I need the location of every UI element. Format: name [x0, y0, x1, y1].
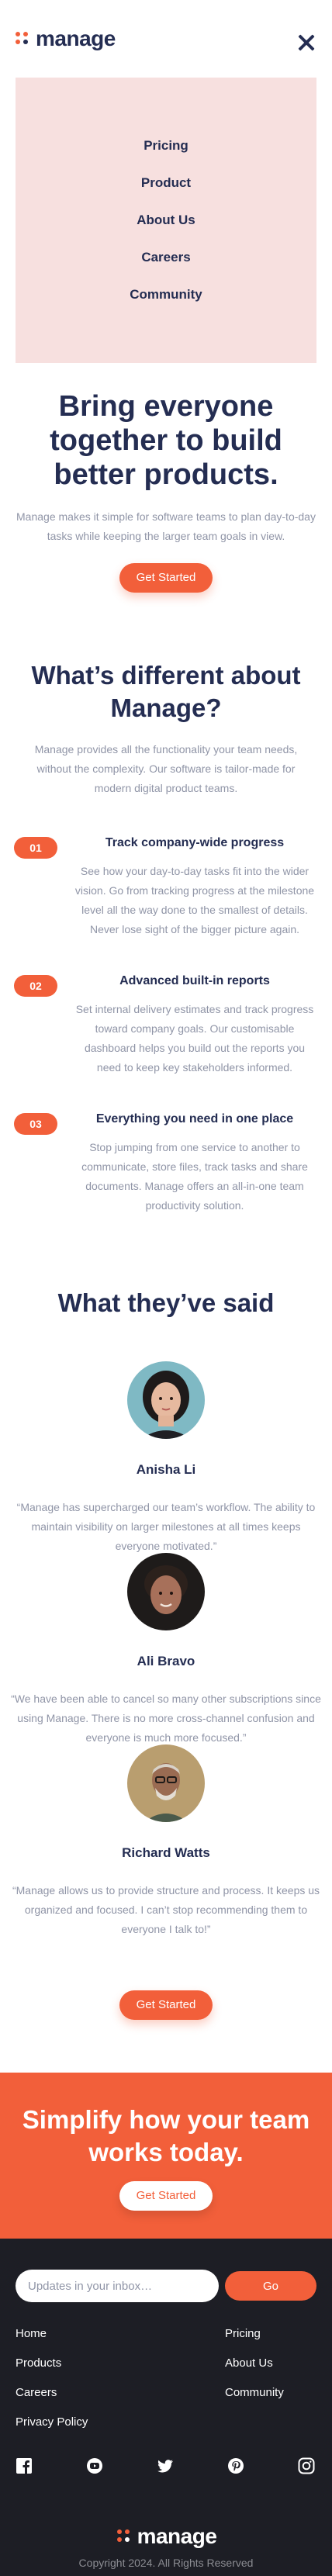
cta-banner: Simplify how your team works today. Get … — [0, 2073, 332, 2239]
copyright-text: Copyright 2024. All Rights Reserved — [78, 2557, 254, 2569]
logo[interactable]: manage — [14, 26, 116, 51]
testimonial-card: Anisha Li “Manage has supercharged our t… — [6, 1361, 326, 1556]
facebook-icon[interactable] — [16, 2457, 33, 2474]
testimonial-quote: “Manage has supercharged our team’s work… — [16, 1501, 316, 1552]
feature-item: 02 Advanced built-in reports Set interna… — [14, 973, 318, 1077]
logo-text: manage — [36, 26, 116, 50]
feature-title: Advanced built-in reports — [119, 974, 270, 987]
social-links — [16, 2457, 316, 2474]
feature-text: Stop jumping from one service to another… — [81, 1141, 308, 1212]
footer-link-privacy-policy[interactable]: Privacy Policy — [16, 2408, 88, 2437]
newsletter-form: Go — [16, 2270, 316, 2302]
hero-title: Bring everyone together to build better … — [50, 390, 282, 491]
site-header: manage — [0, 0, 332, 78]
testimonial-list: Anisha Li “Manage has supercharged our t… — [6, 1361, 326, 1939]
testimonial-quote: “We have been able to cancel so many oth… — [11, 1693, 321, 1744]
feature-title: Everything you need in one place — [95, 1112, 294, 1125]
feature-title: Track company-wide progress — [105, 836, 285, 849]
nav-link-about-us[interactable]: About Us — [137, 202, 195, 239]
hero-get-started-button[interactable]: Get Started — [119, 563, 213, 593]
close-menu-icon[interactable] — [295, 31, 318, 54]
cta-banner-title: Simplify how your team works today. — [22, 2105, 310, 2166]
feature-text: See how your day-to-day tasks fit into t… — [74, 865, 315, 935]
nav-link-careers[interactable]: Careers — [141, 239, 190, 276]
footer-logo-text: manage — [137, 2524, 217, 2548]
footer-link-community[interactable]: Community — [225, 2378, 316, 2408]
different-section: What’s different about Manage? Manage pr… — [0, 593, 332, 798]
cta-banner-get-started-button[interactable]: Get Started — [119, 2181, 213, 2211]
footer-links: Home Products Careers Privacy Policy Pri… — [16, 2319, 316, 2437]
footer-link-careers[interactable]: Careers — [16, 2378, 88, 2408]
footer-link-products[interactable]: Products — [16, 2349, 88, 2378]
logo-mark-icon — [14, 30, 31, 47]
twitter-icon[interactable] — [157, 2457, 174, 2474]
feature-number-badge: 02 — [14, 975, 57, 997]
feature-item: 03 Everything you need in one place Stop… — [14, 1112, 318, 1215]
footer-links-right: Pricing About Us Community — [225, 2319, 316, 2437]
avatar — [127, 1553, 205, 1630]
mobile-nav-menu: Pricing Product About Us Careers Communi… — [16, 78, 316, 363]
testimonial-card: Richard Watts “Manage allows us to provi… — [6, 1744, 326, 1939]
site-footer: Go Home Products Careers Privacy Policy … — [0, 2239, 332, 2576]
different-title: What’s different about Manage? — [31, 661, 301, 722]
footer-link-pricing[interactable]: Pricing — [225, 2319, 316, 2349]
feature-text: Set internal delivery estimates and trac… — [75, 1003, 314, 1074]
footer-link-about-us[interactable]: About Us — [225, 2349, 316, 2378]
newsletter-go-button[interactable]: Go — [225, 2271, 316, 2301]
testimonial-name: Anisha Li — [136, 1462, 196, 1477]
footer-logo[interactable]: manage — [16, 2524, 316, 2549]
feature-item: 01 Track company-wide progress See how y… — [14, 835, 318, 939]
footer-link-home[interactable]: Home — [16, 2319, 88, 2349]
testimonials-title: What they’ve said — [57, 1288, 275, 1317]
avatar — [127, 1744, 205, 1822]
footer-links-left: Home Products Careers Privacy Policy — [16, 2319, 88, 2437]
nav-link-community[interactable]: Community — [130, 276, 202, 313]
nav-link-pricing[interactable]: Pricing — [144, 127, 188, 164]
different-intro: Manage provides all the functionality yo… — [34, 743, 298, 794]
logo-mark-icon — [116, 2528, 133, 2545]
features-list: 01 Track company-wide progress See how y… — [0, 798, 332, 1215]
newsletter-email-input[interactable] — [16, 2270, 219, 2302]
testimonial-quote: “Manage allows us to provide structure a… — [12, 1884, 320, 1935]
feature-number-badge: 01 — [14, 837, 57, 859]
feature-number-badge: 03 — [14, 1113, 57, 1135]
hero-text: Manage makes it simple for software team… — [16, 510, 316, 542]
pinterest-icon[interactable] — [227, 2457, 244, 2474]
avatar — [127, 1361, 205, 1439]
testimonials-get-started-button[interactable]: Get Started — [119, 1990, 213, 2020]
testimonial-card: Ali Bravo “We have been able to cancel s… — [6, 1553, 326, 1748]
hero-section: Bring everyone together to build better … — [0, 363, 332, 593]
instagram-icon[interactable] — [298, 2457, 315, 2474]
youtube-icon[interactable] — [86, 2457, 103, 2474]
testimonial-name: Ali Bravo — [137, 1654, 195, 1668]
testimonial-name: Richard Watts — [122, 1845, 210, 1860]
nav-link-product[interactable]: Product — [141, 164, 191, 202]
testimonials-section: What they’ve said Anisha Li “Manage has … — [0, 1250, 332, 2020]
